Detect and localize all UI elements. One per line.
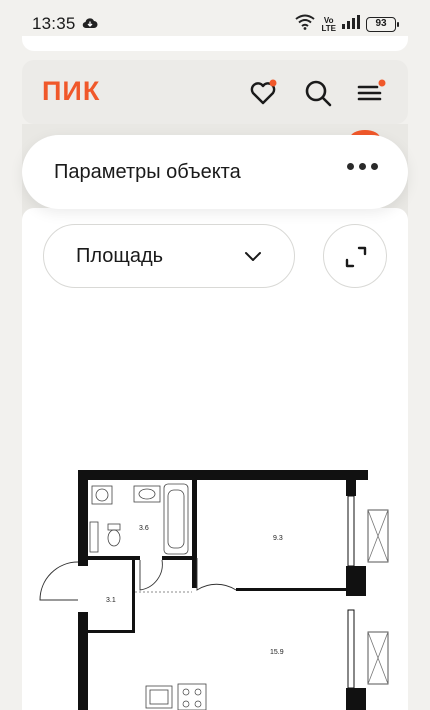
volte-line2: LTE — [321, 23, 336, 33]
battery-indicator: 93 — [366, 17, 399, 32]
room-area-label: 3.1 — [106, 597, 116, 604]
menu-icon[interactable] — [356, 78, 386, 108]
area-select[interactable]: Площадь — [43, 224, 295, 288]
room-area-label: 15.9 — [270, 649, 284, 656]
chevron-down-icon — [244, 249, 262, 267]
room-area-label: 9.3 — [273, 535, 283, 542]
expand-icon — [345, 246, 367, 268]
status-time: 13:35 — [32, 14, 76, 33]
object-parameters-card[interactable]: Параметры объекта — [22, 135, 408, 209]
signal-icon — [342, 15, 360, 34]
search-icon[interactable] — [303, 78, 333, 108]
pik-logo[interactable]: ПИК — [42, 76, 100, 107]
expand-button[interactable] — [323, 224, 387, 288]
previous-card-edge — [22, 36, 408, 51]
object-parameters-title: Параметры объекта — [54, 161, 241, 183]
more-horizontal-icon[interactable] — [347, 163, 378, 170]
area-select-value: Площадь — [76, 245, 164, 267]
room-area-label: 3.6 — [139, 525, 149, 532]
cloud-icon — [82, 16, 98, 34]
wifi-icon — [295, 14, 316, 35]
heart-icon[interactable] — [248, 78, 278, 108]
volte-indicator: Vo LTE — [321, 16, 336, 33]
floor-plan: 3.6 9.3 3.1 15.9 — [39, 470, 389, 710]
site-header: ПИК — [22, 60, 408, 124]
